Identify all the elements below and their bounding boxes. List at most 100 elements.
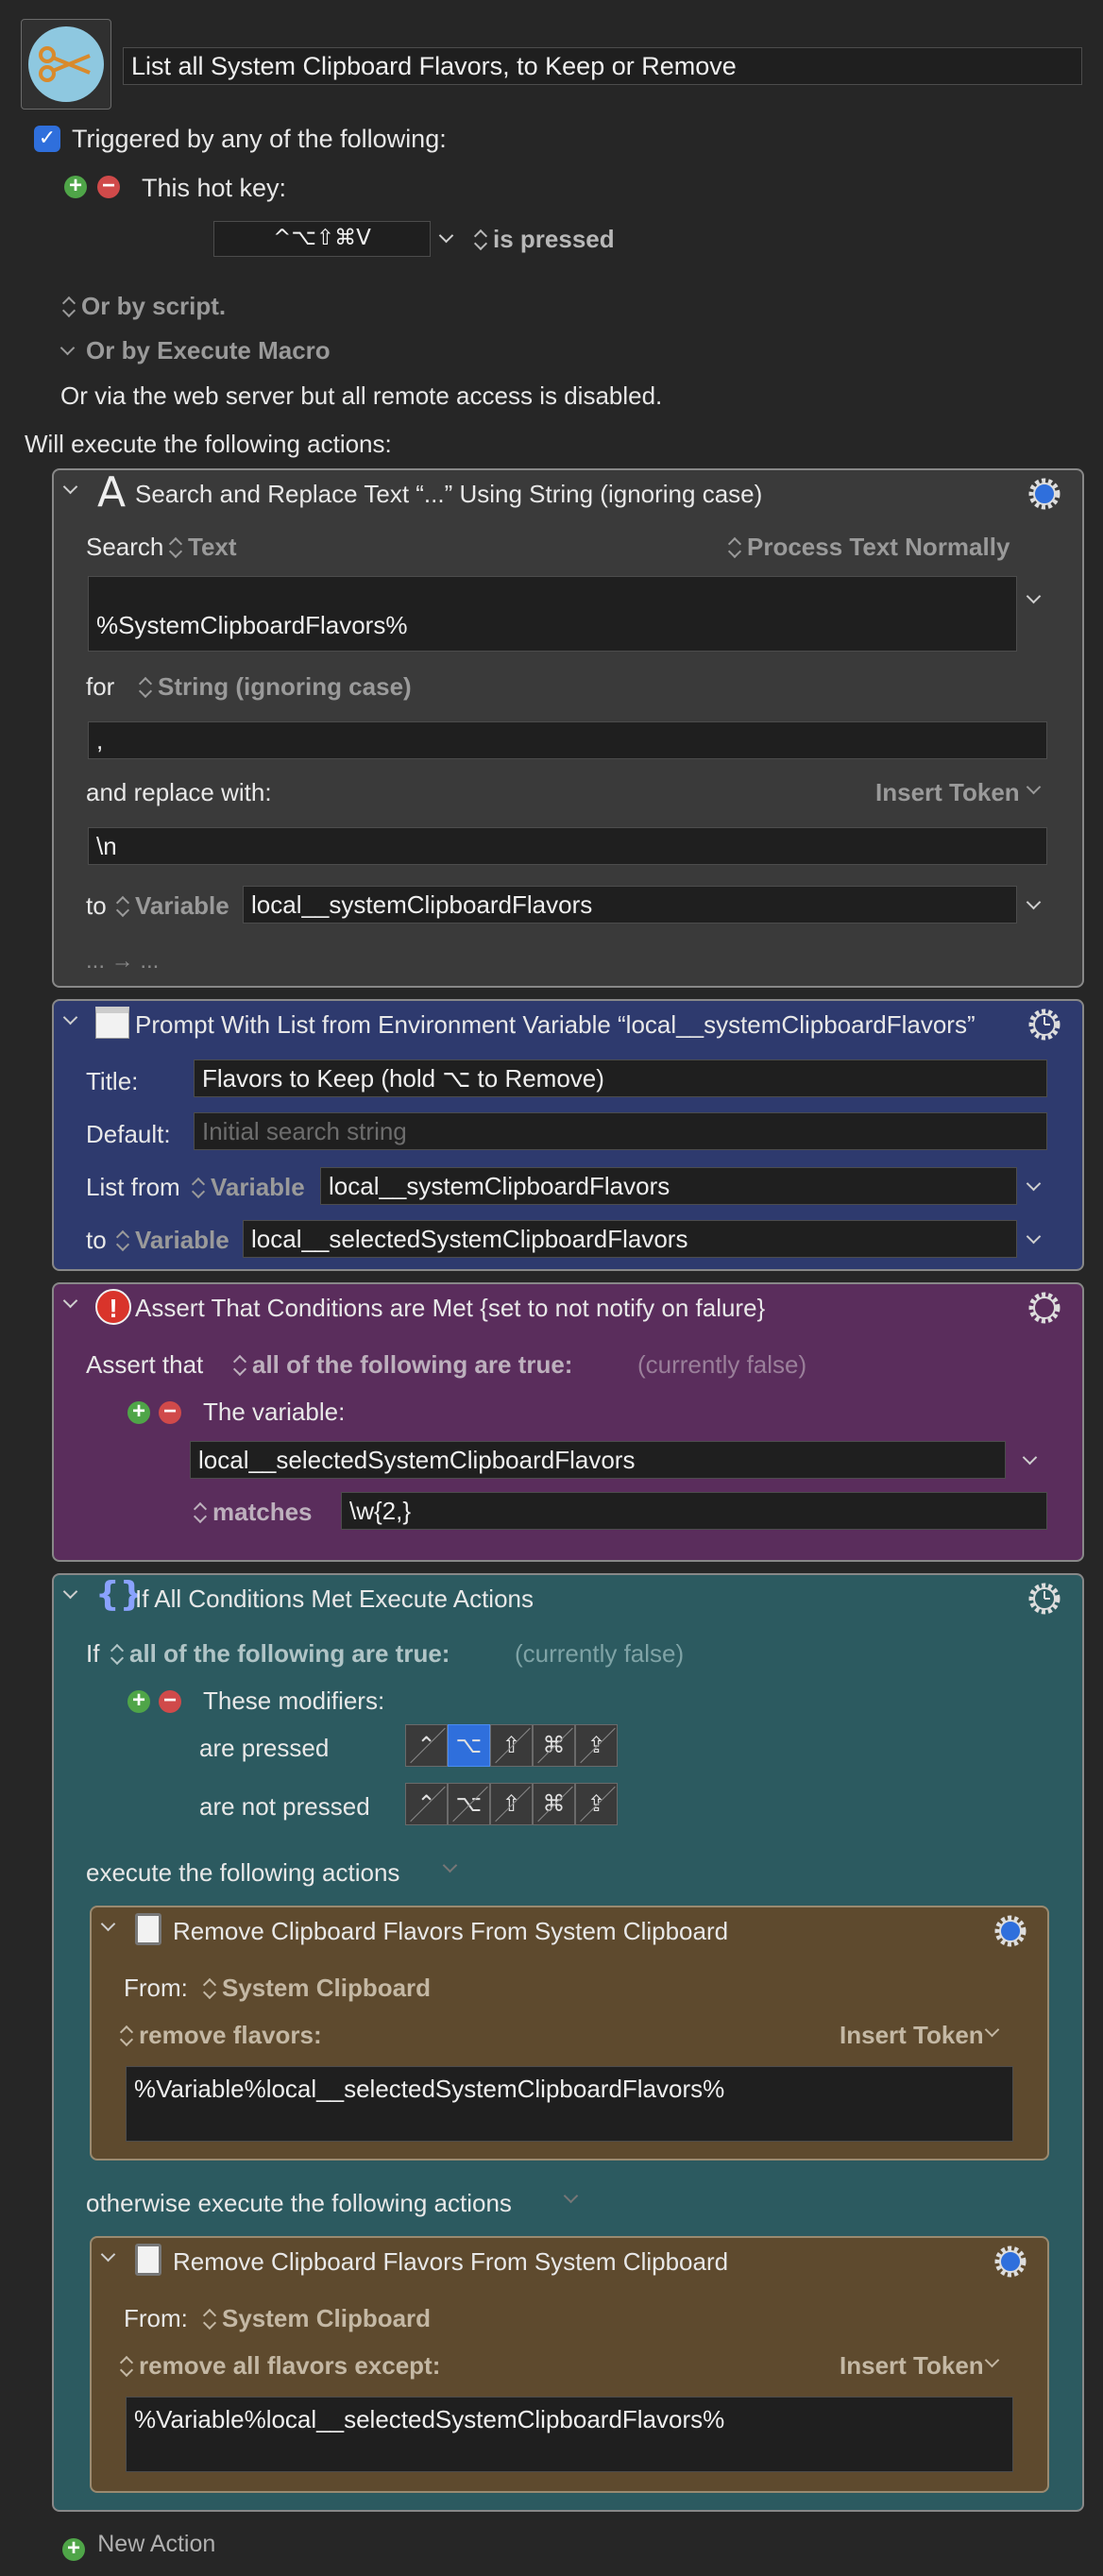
sub-action-title[interactable]: Remove Clipboard Flavors From System Cli…: [173, 2247, 728, 2277]
not-pressed-modifier-key[interactable]: ⌘: [533, 1783, 575, 1825]
condition-variable-chevron-icon[interactable]: [1022, 1449, 1038, 1466]
sub-action-title[interactable]: Remove Clipboard Flavors From System Cli…: [173, 1917, 728, 1946]
hotkey-options-chevron-icon[interactable]: [438, 228, 454, 244]
to-type-select[interactable]: Variable: [116, 1226, 229, 1255]
insert-token-button[interactable]: Insert Token: [840, 2021, 984, 2050]
to-label: to: [86, 1226, 107, 1254]
hotkey-field[interactable]: ^⌥⇧⌘V: [213, 221, 431, 257]
to-variable-field[interactable]: local__selectedSystemClipboardFlavors: [243, 1220, 1017, 1258]
collapse-chevron-icon[interactable]: [62, 1584, 78, 1600]
trigger-checkbox[interactable]: ✓: [34, 126, 60, 152]
pressed-label: are pressed: [199, 1734, 330, 1762]
for-mode-select[interactable]: String (ignoring case): [139, 672, 412, 702]
text-action-icon: A: [97, 468, 127, 517]
macro-name-field[interactable]: List all System Clipboard Flavors, to Ke…: [123, 47, 1082, 85]
action-assert[interactable]: ! Assert That Conditions are Met {set to…: [52, 1282, 1084, 1562]
remove-condition-icon[interactable]: −: [159, 1400, 181, 1424]
insert-token-chevron-icon[interactable]: [984, 2352, 1000, 2368]
not-pressed-keys: ⌃ ⌥ ⇧ ⌘ ⇪: [405, 1783, 622, 1825]
pressed-modifier-key[interactable]: ⌥: [448, 1724, 490, 1767]
from-value-label: System Clipboard: [222, 2304, 432, 2332]
mode-select[interactable]: remove all flavors except:: [120, 2351, 440, 2381]
insert-token-button[interactable]: Insert Token: [875, 778, 1020, 807]
sub-action-remove-flavors[interactable]: Remove Clipboard Flavors From System Cli…: [90, 1906, 1049, 2161]
sub-action-remove-flavors-except[interactable]: Remove Clipboard Flavors From System Cli…: [90, 2236, 1049, 2493]
list-from-variable-field[interactable]: local__systemClipboardFlavors: [320, 1167, 1017, 1205]
action-prompt-with-list[interactable]: Prompt With List from Environment Variab…: [52, 999, 1084, 1271]
pressed-modifier-key[interactable]: ⌘: [533, 1724, 575, 1767]
default-field[interactable]: Initial search string: [194, 1112, 1047, 1150]
timer-gear-icon[interactable]: [1027, 1581, 1062, 1617]
insert-token-label: Insert Token: [840, 2351, 984, 2380]
otherwise-chevron-icon[interactable]: [563, 2188, 579, 2204]
if-mode-select[interactable]: all of the following are true:: [110, 1639, 450, 1669]
new-action-button[interactable]: + New Action: [62, 2531, 215, 2561]
not-pressed-modifier-key[interactable]: ⌥: [448, 1783, 490, 1825]
search-source-select[interactable]: Text: [169, 533, 237, 562]
gear-icon[interactable]: [1027, 476, 1062, 512]
to-variable-chevron-icon[interactable]: [1026, 1229, 1042, 1245]
mode-select[interactable]: remove flavors:: [120, 2021, 322, 2050]
replace-value-field[interactable]: \n: [88, 827, 1047, 865]
timer-gear-icon[interactable]: [1027, 1007, 1062, 1042]
title-field[interactable]: Flavors to Keep (hold ⌥ to Remove): [194, 1059, 1047, 1097]
pressed-modifier-key[interactable]: ⇪: [575, 1724, 618, 1767]
macro-icon[interactable]: [21, 19, 111, 110]
list-from-chevron-icon[interactable]: [1026, 1176, 1042, 1192]
not-pressed-modifier-key[interactable]: ⇪: [575, 1783, 618, 1825]
to-variable-chevron-icon[interactable]: [1026, 894, 1042, 910]
for-value-field[interactable]: ,: [88, 721, 1047, 759]
collapse-chevron-icon[interactable]: [62, 1009, 78, 1025]
if-mode-label: all of the following are true:: [129, 1639, 450, 1668]
remove-trigger-icon[interactable]: −: [97, 175, 120, 198]
hotkey-state-select[interactable]: is pressed: [474, 225, 615, 254]
flavors-text-field[interactable]: %Variable%local__selectedSystemClipboard…: [126, 2066, 1013, 2142]
insert-token-chevron-icon[interactable]: [1026, 779, 1042, 795]
search-text-field[interactable]: %SystemClipboardFlavors%: [88, 576, 1017, 652]
from-select[interactable]: System Clipboard: [203, 1974, 431, 2003]
collapse-chevron-icon[interactable]: [62, 479, 78, 495]
insert-token-button[interactable]: Insert Token: [840, 2351, 984, 2381]
remove-condition-icon[interactable]: −: [159, 1689, 181, 1713]
match-value-field[interactable]: \w{2,}: [341, 1492, 1047, 1530]
action-title[interactable]: Assert That Conditions are Met {set to n…: [135, 1294, 765, 1323]
condition-variable-field[interactable]: local__selectedSystemClipboardFlavors: [190, 1441, 1006, 1479]
gear-icon[interactable]: [993, 1913, 1028, 1949]
collapse-chevron-icon[interactable]: [62, 1293, 78, 1309]
collapse-chevron-icon[interactable]: [100, 1916, 116, 1932]
gear-icon[interactable]: [993, 2244, 1028, 2279]
add-condition-icon[interactable]: +: [127, 1400, 150, 1424]
list-from-type-select[interactable]: Variable: [192, 1173, 305, 1202]
or-by-execute-macro-toggle[interactable]: Or by Execute Macro: [59, 336, 331, 365]
not-pressed-modifier-key[interactable]: ⇧: [490, 1783, 533, 1825]
window-icon: [95, 1007, 129, 1039]
replace-label: and replace with:: [86, 778, 272, 806]
search-text-chevron-icon[interactable]: [1026, 588, 1042, 604]
action-title[interactable]: Search and Replace Text “...” Using Stri…: [135, 480, 762, 509]
add-condition-icon[interactable]: +: [127, 1689, 150, 1713]
flavors-text-field[interactable]: %Variable%local__selectedSystemClipboard…: [126, 2397, 1013, 2472]
gear-icon[interactable]: [1027, 1290, 1062, 1326]
to-variable-field[interactable]: local__systemClipboardFlavors: [243, 886, 1017, 924]
assert-mode-select[interactable]: all of the following are true:: [233, 1350, 572, 1380]
not-pressed-modifier-key[interactable]: ⌃: [405, 1783, 448, 1825]
action-title[interactable]: If All Conditions Met Execute Actions: [135, 1585, 534, 1614]
to-type-select[interactable]: Variable: [116, 891, 229, 921]
for-label: for: [86, 672, 115, 701]
pressed-modifier-key[interactable]: ⌃: [405, 1724, 448, 1767]
pressed-modifier-key[interactable]: ⇧: [490, 1724, 533, 1767]
action-search-replace[interactable]: A Search and Replace Text “...” Using St…: [52, 468, 1084, 988]
or-by-script-toggle[interactable]: Or by script.: [62, 292, 226, 321]
list-from-type-label: Variable: [211, 1173, 305, 1201]
process-mode-select[interactable]: Process Text Normally: [728, 533, 1010, 562]
action-title[interactable]: Prompt With List from Environment Variab…: [135, 1010, 976, 1040]
action-if-conditions[interactable]: {} If All Conditions Met Execute Actions…: [52, 1573, 1084, 2512]
insert-token-chevron-icon[interactable]: [984, 2022, 1000, 2038]
execute-chevron-icon[interactable]: [442, 1857, 458, 1873]
condition-label: These modifiers:: [203, 1686, 385, 1715]
condition-label: The variable:: [203, 1398, 346, 1426]
match-mode-select[interactable]: matches: [194, 1498, 313, 1527]
collapse-chevron-icon[interactable]: [100, 2246, 116, 2262]
add-trigger-icon[interactable]: +: [64, 175, 87, 198]
from-select[interactable]: System Clipboard: [203, 2304, 431, 2333]
